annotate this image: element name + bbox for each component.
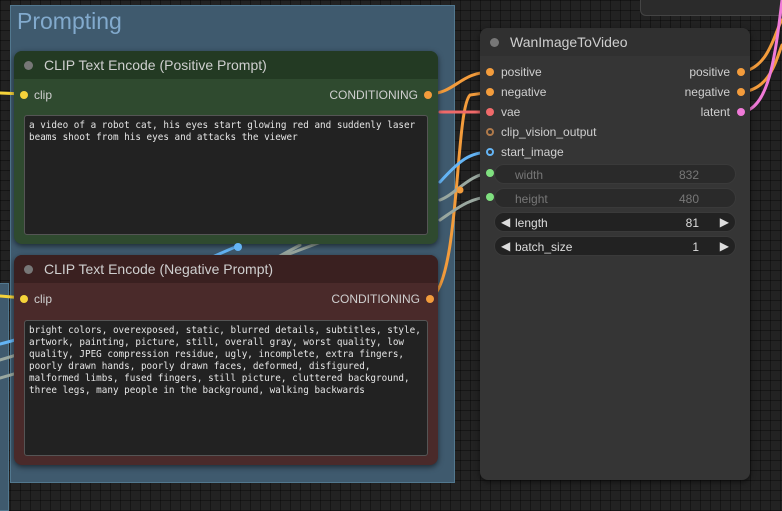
ports-overlay	[234, 186, 464, 251]
reroute-dot[interactable]	[456, 186, 464, 194]
reroute-dot[interactable]	[234, 243, 242, 251]
